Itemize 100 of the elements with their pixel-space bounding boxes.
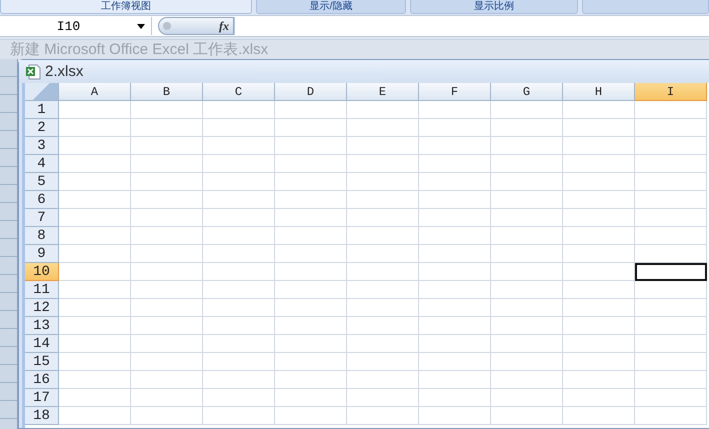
row-header[interactable]: 14 xyxy=(25,335,59,353)
empty-cell[interactable] xyxy=(563,335,635,353)
empty-cell[interactable] xyxy=(347,227,419,245)
empty-cell[interactable] xyxy=(563,119,635,137)
empty-cell[interactable] xyxy=(347,407,419,425)
empty-cell[interactable] xyxy=(131,353,203,371)
empty-cell[interactable] xyxy=(347,299,419,317)
empty-cell[interactable] xyxy=(491,101,563,119)
empty-cell[interactable] xyxy=(635,317,707,335)
empty-cell[interactable] xyxy=(419,119,491,137)
row-header[interactable]: 9 xyxy=(25,245,59,263)
empty-cell[interactable] xyxy=(275,227,347,245)
empty-cell[interactable] xyxy=(491,317,563,335)
empty-cell[interactable] xyxy=(419,227,491,245)
row-header[interactable]: 8 xyxy=(25,227,59,245)
empty-cell[interactable] xyxy=(347,371,419,389)
empty-cell[interactable] xyxy=(419,389,491,407)
empty-cell[interactable] xyxy=(563,353,635,371)
empty-cell[interactable] xyxy=(347,245,419,263)
empty-cell[interactable] xyxy=(275,101,347,119)
row-header[interactable]: 4 xyxy=(25,155,59,173)
empty-cell[interactable] xyxy=(347,263,419,281)
empty-cell[interactable] xyxy=(347,137,419,155)
empty-cell[interactable] xyxy=(635,299,707,317)
empty-cell[interactable] xyxy=(419,101,491,119)
empty-cell[interactable] xyxy=(635,407,707,425)
empty-cell[interactable] xyxy=(275,335,347,353)
empty-cell[interactable] xyxy=(131,137,203,155)
row-header[interactable]: 1 xyxy=(25,101,59,119)
empty-cell[interactable] xyxy=(491,335,563,353)
empty-cell[interactable] xyxy=(203,407,275,425)
column-header[interactable]: I xyxy=(635,83,707,101)
empty-cell[interactable] xyxy=(491,263,563,281)
row-header[interactable]: 13 xyxy=(25,317,59,335)
empty-cell[interactable] xyxy=(347,173,419,191)
empty-cell[interactable] xyxy=(563,137,635,155)
row-header[interactable]: 3 xyxy=(25,137,59,155)
empty-cell[interactable] xyxy=(491,191,563,209)
empty-cell[interactable] xyxy=(275,317,347,335)
empty-cell[interactable] xyxy=(491,281,563,299)
empty-cell[interactable] xyxy=(131,335,203,353)
empty-cell[interactable] xyxy=(347,191,419,209)
empty-cell[interactable] xyxy=(203,173,275,191)
empty-cell[interactable] xyxy=(275,245,347,263)
row-header[interactable]: 18 xyxy=(25,407,59,425)
empty-cell[interactable] xyxy=(347,353,419,371)
empty-cell[interactable] xyxy=(275,407,347,425)
empty-cell[interactable] xyxy=(635,101,707,119)
empty-cell[interactable] xyxy=(203,263,275,281)
empty-cell[interactable] xyxy=(635,209,707,227)
name-box[interactable]: I10 xyxy=(0,17,152,35)
empty-cell[interactable] xyxy=(563,245,635,263)
empty-cell[interactable] xyxy=(275,263,347,281)
empty-cell[interactable] xyxy=(131,371,203,389)
empty-cell[interactable] xyxy=(419,191,491,209)
empty-cell[interactable] xyxy=(635,155,707,173)
empty-cell[interactable] xyxy=(131,191,203,209)
empty-cell[interactable] xyxy=(203,353,275,371)
empty-cell[interactable] xyxy=(203,119,275,137)
empty-cell[interactable] xyxy=(419,335,491,353)
empty-cell[interactable] xyxy=(635,245,707,263)
empty-cell[interactable] xyxy=(563,101,635,119)
row-header[interactable]: 6 xyxy=(25,191,59,209)
empty-cell[interactable] xyxy=(347,335,419,353)
empty-cell[interactable] xyxy=(563,281,635,299)
empty-cell[interactable] xyxy=(347,209,419,227)
column-header[interactable]: G xyxy=(491,83,563,101)
empty-cell[interactable] xyxy=(131,155,203,173)
empty-cell[interactable] xyxy=(491,299,563,317)
empty-cell[interactable] xyxy=(131,317,203,335)
empty-cell[interactable] xyxy=(203,137,275,155)
empty-cell[interactable] xyxy=(491,371,563,389)
empty-cell[interactable] xyxy=(347,281,419,299)
empty-cell[interactable] xyxy=(203,299,275,317)
empty-cell[interactable] xyxy=(275,371,347,389)
empty-cell[interactable] xyxy=(419,245,491,263)
empty-cell[interactable] xyxy=(131,245,203,263)
empty-cell[interactable] xyxy=(131,173,203,191)
column-header[interactable]: H xyxy=(563,83,635,101)
row-header[interactable]: 10 xyxy=(25,263,59,281)
empty-cell[interactable] xyxy=(203,227,275,245)
empty-cell[interactable] xyxy=(131,119,203,137)
empty-cell[interactable] xyxy=(419,281,491,299)
empty-cell[interactable] xyxy=(203,389,275,407)
empty-cell[interactable] xyxy=(635,137,707,155)
empty-cell[interactable] xyxy=(131,209,203,227)
empty-cell[interactable] xyxy=(275,137,347,155)
column-header[interactable]: A xyxy=(59,83,131,101)
empty-cell[interactable] xyxy=(203,209,275,227)
empty-cell[interactable] xyxy=(275,173,347,191)
empty-cell[interactable] xyxy=(275,353,347,371)
row-header[interactable]: 12 xyxy=(25,299,59,317)
empty-cell[interactable] xyxy=(635,353,707,371)
empty-cell[interactable] xyxy=(419,371,491,389)
function-button[interactable]: fx xyxy=(219,18,229,34)
empty-cell[interactable] xyxy=(491,389,563,407)
column-header[interactable]: F xyxy=(419,83,491,101)
empty-cell[interactable] xyxy=(275,299,347,317)
empty-cell[interactable] xyxy=(203,281,275,299)
select-all-corner[interactable] xyxy=(25,83,59,101)
